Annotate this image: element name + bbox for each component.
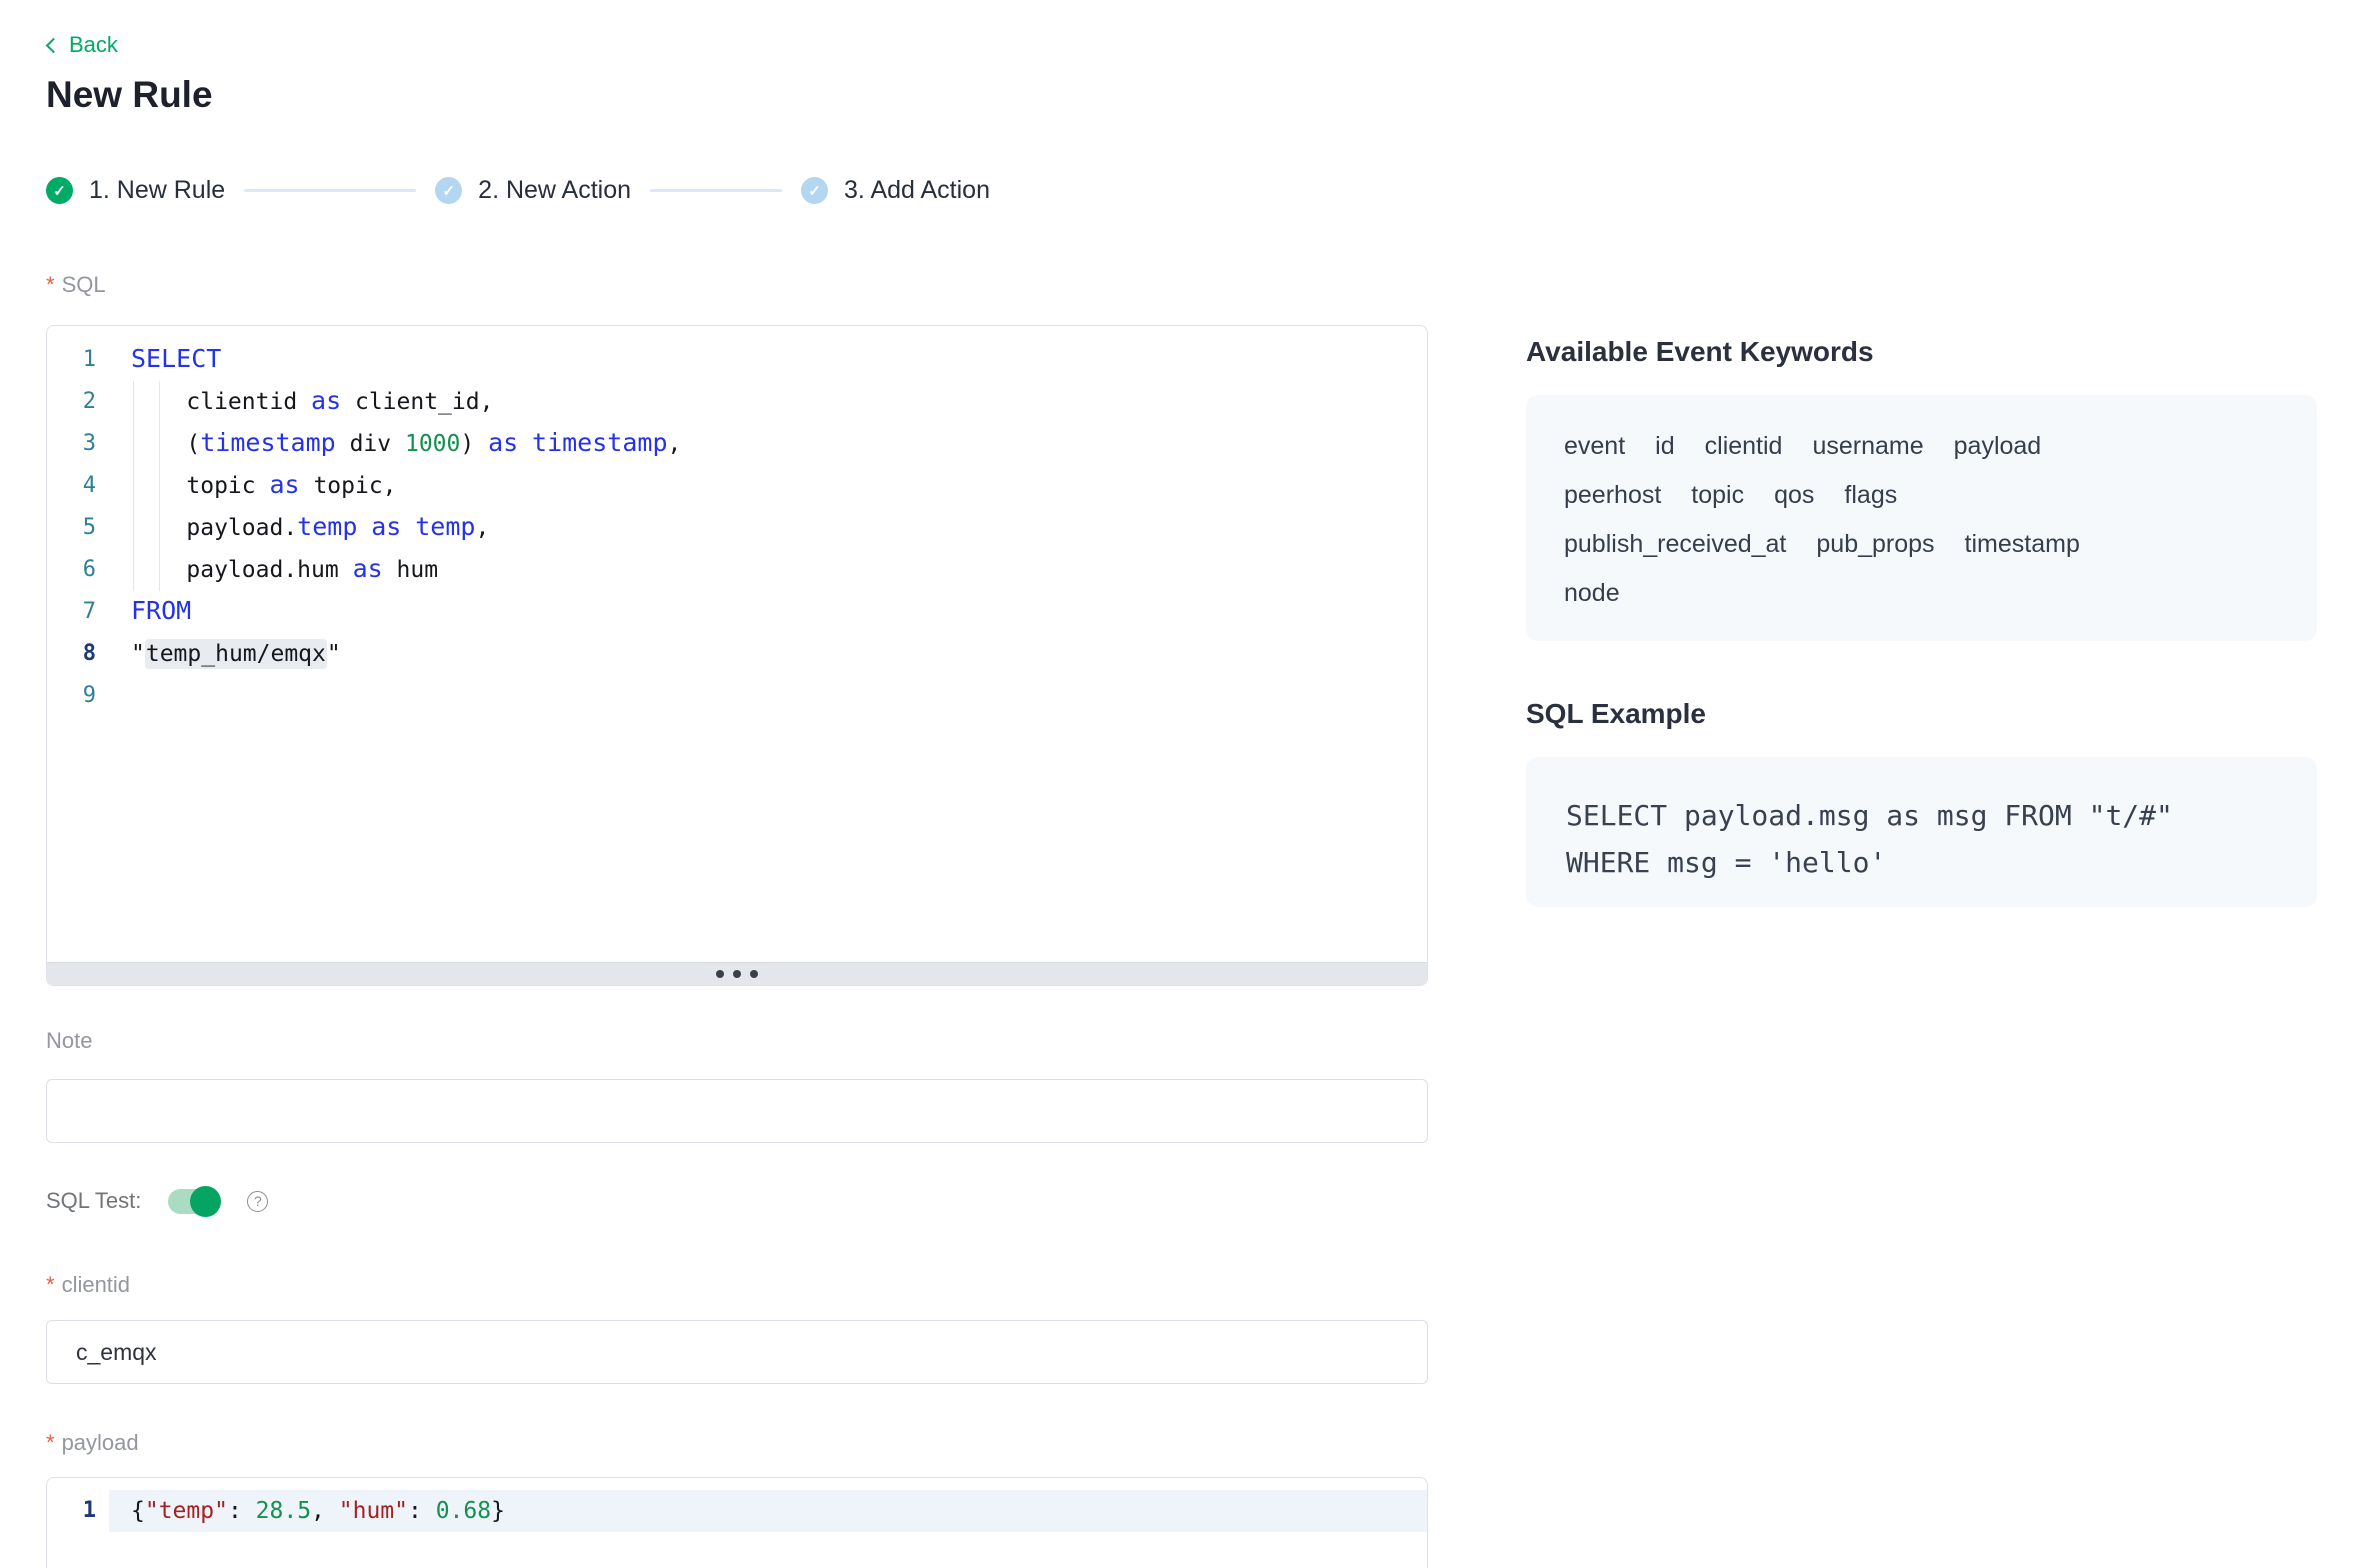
- keyword-row: publish_received_at pub_props timestamp: [1564, 529, 2279, 559]
- payload-line-1: 1 {"temp": 28.5, "hum": 0.68}: [47, 1490, 1427, 1532]
- line-number: 5: [47, 507, 109, 549]
- sql-test-row: SQL Test: ?: [46, 1188, 268, 1214]
- keyword: event: [1564, 431, 1625, 461]
- sql-line-8: 8 "temp_hum/emqx": [47, 633, 1427, 675]
- sql-example-panel: SELECT payload.msg as msg FROM "t/#" WHE…: [1526, 757, 2317, 907]
- wizard-steps: ✓ 1. New Rule ✓ 2. New Action ✓ 3. Add A…: [46, 176, 990, 205]
- line-number-active: 1: [47, 1490, 109, 1532]
- keyword: qos: [1774, 480, 1814, 510]
- step-connector: [650, 189, 782, 192]
- sql-editor-content: 1 SELECT 2 clientid as client_id, 3 (tim…: [47, 326, 1427, 717]
- new-rule-page: Back New Rule ✓ 1. New Rule ✓ 2. New Act…: [0, 0, 2356, 1568]
- payload-editor-content: 1 {"temp": 28.5, "hum": 0.68}: [47, 1478, 1427, 1532]
- keyword: timestamp: [1965, 529, 2080, 559]
- keyword: id: [1655, 431, 1674, 461]
- event-keywords-panel: event id clientid username payload peerh…: [1526, 395, 2317, 641]
- sql-example-line: WHERE msg = 'hello': [1566, 839, 2277, 886]
- line-number: 3: [47, 423, 109, 465]
- step-add-action: ✓ 3. Add Action: [801, 176, 990, 205]
- sql-line-7: 7 FROM: [47, 591, 1427, 633]
- line-number: 2: [47, 381, 109, 423]
- sql-line-6: 6 payload.hum as hum: [47, 549, 1427, 591]
- step-2-check-icon: ✓: [435, 177, 462, 204]
- keyword: username: [1812, 431, 1923, 461]
- step-new-action: ✓ 2. New Action: [435, 176, 631, 205]
- sql-test-toggle[interactable]: [168, 1189, 220, 1214]
- keyword: clientid: [1705, 431, 1783, 461]
- keyword-row: node: [1564, 578, 2279, 608]
- clientid-label-text: clientid: [62, 1272, 130, 1298]
- resize-dot-icon: [750, 970, 758, 978]
- sql-line-1: 1 SELECT: [47, 339, 1427, 381]
- keyword: flags: [1844, 480, 1897, 510]
- sql-line-3: 3 (timestamp div 1000) as timestamp,: [47, 423, 1427, 465]
- editor-resize-handle[interactable]: [47, 962, 1427, 985]
- required-marker: *: [46, 1272, 55, 1298]
- sql-line-9: 9: [47, 675, 1427, 717]
- sql-line-5: 5 payload.temp as temp,: [47, 507, 1427, 549]
- sql-line-2: 2 clientid as client_id,: [47, 381, 1427, 423]
- payload-label-text: payload: [62, 1430, 139, 1456]
- help-icon[interactable]: ?: [247, 1191, 268, 1212]
- keyword: pub_props: [1816, 529, 1934, 559]
- back-link[interactable]: Back: [48, 32, 118, 58]
- clientid-input[interactable]: [46, 1320, 1428, 1384]
- available-event-keywords-title: Available Event Keywords: [1526, 336, 1874, 368]
- step-1-check-icon: ✓: [46, 177, 73, 204]
- line-number: 7: [47, 591, 109, 633]
- required-marker: *: [46, 272, 55, 298]
- keyword-row: event id clientid username payload: [1564, 431, 2279, 461]
- line-number: 4: [47, 465, 109, 507]
- step-connector: [244, 189, 416, 192]
- step-1-label: 1. New Rule: [89, 176, 225, 205]
- page-title: New Rule: [46, 74, 213, 116]
- note-input[interactable]: [46, 1079, 1428, 1143]
- indent-guide: [133, 381, 134, 591]
- sql-test-label: SQL Test:: [46, 1188, 141, 1214]
- clientid-field-label: * clientid: [46, 1272, 130, 1298]
- step-3-label: 3. Add Action: [844, 176, 990, 205]
- keyword: node: [1564, 578, 1620, 608]
- resize-dot-icon: [733, 970, 741, 978]
- sql-code-editor[interactable]: 1 SELECT 2 clientid as client_id, 3 (tim…: [46, 325, 1428, 986]
- resize-dot-icon: [716, 970, 724, 978]
- keyword: peerhost: [1564, 480, 1661, 510]
- payload-field-label: * payload: [46, 1430, 139, 1456]
- sql-line-4: 4 topic as topic,: [47, 465, 1427, 507]
- keyword: topic: [1691, 480, 1744, 510]
- payload-code-editor[interactable]: 1 {"temp": 28.5, "hum": 0.68}: [46, 1477, 1428, 1568]
- keyword-row: peerhost topic qos flags: [1564, 480, 2279, 510]
- required-marker: *: [46, 1430, 55, 1456]
- back-chevron-icon: [46, 38, 62, 54]
- step-3-check-icon: ✓: [801, 177, 828, 204]
- line-number: 1: [47, 339, 109, 381]
- sql-example-title: SQL Example: [1526, 698, 1706, 730]
- note-label-text: Note: [46, 1028, 92, 1054]
- sql-field-label: * SQL: [46, 272, 106, 298]
- toggle-knob: [190, 1186, 221, 1217]
- line-number: 6: [47, 549, 109, 591]
- line-number-active: 8: [47, 633, 109, 675]
- line-number: 9: [47, 675, 109, 717]
- sql-label-text: SQL: [62, 272, 106, 298]
- step-new-rule: ✓ 1. New Rule: [46, 176, 225, 205]
- keyword: publish_received_at: [1564, 529, 1786, 559]
- sql-example-line: SELECT payload.msg as msg FROM "t/#": [1566, 792, 2277, 839]
- note-field-label: Note: [46, 1028, 92, 1054]
- indent-guide: [159, 381, 160, 591]
- keyword: payload: [1954, 431, 2042, 461]
- back-label: Back: [69, 32, 118, 58]
- step-2-label: 2. New Action: [478, 176, 631, 205]
